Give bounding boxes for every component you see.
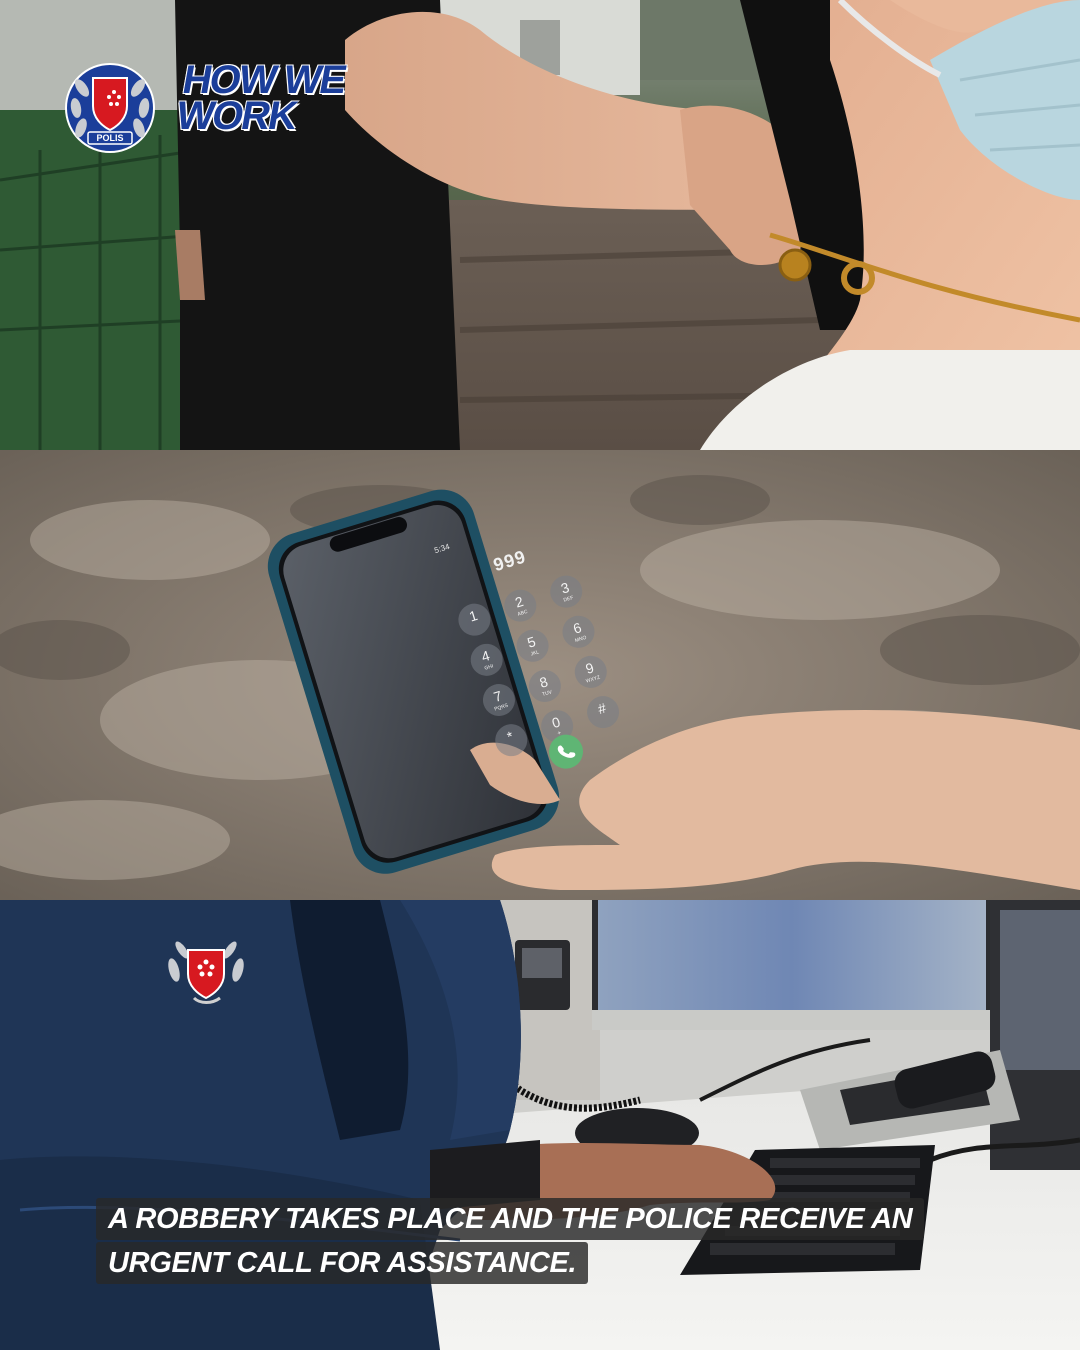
photo-panel-robbery: POLIS HOW WE WORK <box>0 0 1080 450</box>
crest-polis-label: POLIS <box>96 133 124 143</box>
brand-line-2: WORK <box>172 94 300 138</box>
keypad-key-hash[interactable]: # <box>583 692 624 733</box>
robbery-scene-illustration <box>0 0 1080 450</box>
police-crest-logo: POLIS <box>62 62 158 156</box>
keypad-key-4[interactable]: 4 GHI <box>466 639 507 680</box>
keypad-key-3[interactable]: 3 DEF <box>546 571 587 612</box>
keypad-key-2[interactable]: 2 ABC <box>500 585 541 626</box>
keypad-digit: 1 <box>467 607 480 625</box>
phone-screen-content: 5:34 999 1 2 ABC 3 DEF 4 GHI 5 JKL 6 MNO 7 PQRS 8 TUV 9… <box>0 450 1080 900</box>
keypad-key-star[interactable]: * <box>491 720 532 761</box>
caption-line-1: A ROBBERY TAKES PLACE AND THE POLICE REC… <box>96 1198 925 1240</box>
keypad-key-6[interactable]: 6 MNO <box>558 611 599 652</box>
keypad-digit: # <box>595 699 608 718</box>
keypad-key-9[interactable]: 9 WXYZ <box>570 651 611 692</box>
keypad-digit: * <box>505 727 516 745</box>
photo-panel-phone-call: 5:34 999 1 2 ABC 3 DEF 4 GHI 5 JKL 6 MNO 7 PQRS 8 TUV 9… <box>0 450 1080 900</box>
keypad-key-5[interactable]: 5 JKL <box>512 625 553 666</box>
caption-box: A ROBBERY TAKES PLACE AND THE POLICE REC… <box>96 1198 966 1286</box>
keypad-key-1[interactable]: 1 <box>454 599 495 640</box>
brand-line-1: HOW WE <box>179 58 349 102</box>
keypad-key-7[interactable]: 7 PQRS <box>478 680 519 720</box>
phone-status-time: 5:34 <box>433 541 451 556</box>
caption-line-2: URGENT CALL FOR ASSISTANCE. <box>96 1242 589 1284</box>
keypad-key-8[interactable]: 8 TUV <box>524 665 565 706</box>
how-we-work-title: HOW WE WORK <box>172 58 349 138</box>
